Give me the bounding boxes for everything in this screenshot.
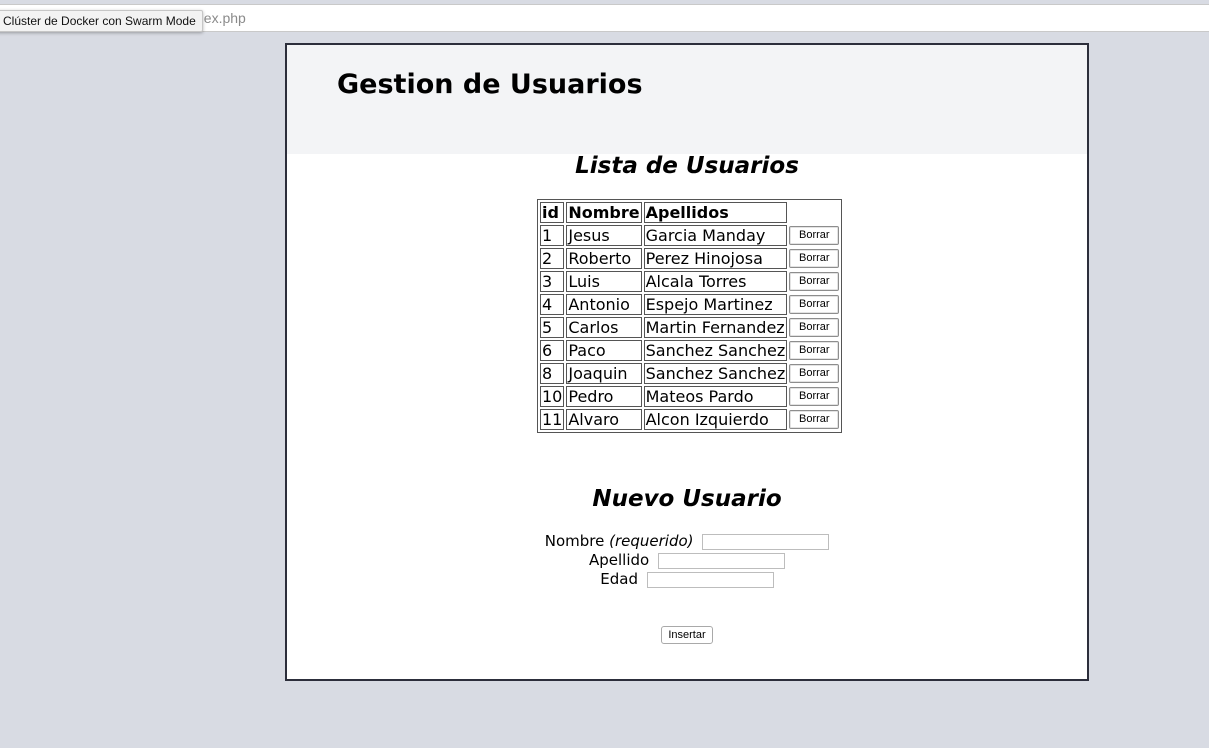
apellido-label: Apellido [589, 551, 650, 569]
cell-id: 10 [540, 386, 565, 407]
delete-button[interactable]: Borrar [789, 341, 840, 360]
cell-nombre: Luis [566, 271, 642, 292]
cell-nombre: Roberto [566, 248, 642, 269]
column-header-id: id [540, 202, 565, 223]
table-row: 1 Jesus Garcia Manday Borrar [540, 225, 840, 246]
cell-apellidos: Sanchez Sanchez [643, 363, 788, 384]
cell-apellidos: Alcon Izquierdo [643, 409, 788, 430]
users-table: id Nombre Apellidos 1 Jesus Garcia Manda… [537, 199, 843, 433]
cell-apellidos: Alcala Torres [643, 271, 788, 292]
delete-button[interactable]: Borrar [789, 387, 840, 406]
nombre-required-hint: (requerido) [609, 532, 694, 550]
delete-button[interactable]: Borrar [789, 249, 840, 268]
table-row: 2 Roberto Perez Hinojosa Borrar [540, 248, 840, 269]
submit-area: Insertar [287, 623, 1087, 644]
table-row: 4 Antonio Espejo Martinez Borrar [540, 294, 840, 315]
table-row: 3 Luis Alcala Torres Borrar [540, 271, 840, 292]
cell-id: 3 [540, 271, 565, 292]
cell-id: 1 [540, 225, 565, 246]
cell-nombre: Pedro [566, 386, 642, 407]
cell-apellidos: Espejo Martinez [643, 294, 788, 315]
column-header-actions [789, 202, 839, 223]
cell-action: Borrar [789, 248, 840, 269]
table-row: 10 Pedro Mateos Pardo Borrar [540, 386, 840, 407]
cell-action: Borrar [789, 409, 840, 430]
delete-button[interactable]: Borrar [789, 410, 840, 429]
cell-id: 2 [540, 248, 565, 269]
apellido-input[interactable] [658, 552, 785, 569]
column-header-nombre: Nombre [566, 202, 642, 223]
cell-nombre: Joaquin [566, 363, 642, 384]
cell-nombre: Alvaro [566, 409, 642, 430]
edad-label: Edad [600, 570, 638, 588]
table-header-row: id Nombre Apellidos [540, 202, 839, 223]
page-container: Gestion de Usuarios Lista de Usuarios id… [285, 43, 1089, 681]
page-header: Gestion de Usuarios [287, 45, 1087, 154]
delete-button[interactable]: Borrar [789, 364, 840, 383]
cell-id: 11 [540, 409, 565, 430]
cell-action: Borrar [789, 225, 840, 246]
table-row: 11 Alvaro Alcon Izquierdo Borrar [540, 409, 840, 430]
insert-button[interactable]: Insertar [661, 626, 713, 644]
cell-action: Borrar [789, 317, 840, 338]
cell-action: Borrar [789, 271, 840, 292]
nombre-label: Nombre [544, 532, 605, 550]
table-row: 8 Joaquin Sanchez Sanchez Borrar [540, 363, 840, 384]
delete-button[interactable]: Borrar [789, 295, 840, 314]
cell-apellidos: Sanchez Sanchez [643, 340, 788, 361]
cell-action: Borrar [789, 386, 840, 407]
cell-nombre: Paco [566, 340, 642, 361]
cell-apellidos: Mateos Pardo [643, 386, 788, 407]
column-header-apellidos: Apellidos [643, 202, 788, 223]
cell-nombre: Antonio [566, 294, 642, 315]
user-list-title: Lista de Usuarios [575, 153, 799, 179]
cell-apellidos: Perez Hinojosa [643, 248, 788, 269]
cell-action: Borrar [789, 340, 840, 361]
page-title: Gestion de Usuarios [337, 69, 643, 100]
table-row: 5 Carlos Martin Fernandez Borrar [540, 317, 840, 338]
cell-apellidos: Martin Fernandez [643, 317, 788, 338]
nombre-row: Nombre (requerido) [287, 532, 1087, 550]
cell-apellidos: Garcia Manday [643, 225, 788, 246]
delete-button[interactable]: Borrar [789, 272, 840, 291]
cell-id: 5 [540, 317, 565, 338]
cell-nombre: Carlos [566, 317, 642, 338]
cell-id: 4 [540, 294, 565, 315]
cell-nombre: Jesus [566, 225, 642, 246]
cell-id: 8 [540, 363, 565, 384]
new-user-title: Nuevo Usuario [592, 486, 782, 512]
edad-input[interactable] [646, 571, 774, 588]
cell-action: Borrar [789, 363, 840, 384]
edad-row: Edad [287, 570, 1087, 588]
nombre-input[interactable] [702, 533, 830, 550]
delete-button[interactable]: Borrar [789, 226, 840, 245]
cell-id: 6 [540, 340, 565, 361]
tab-title-tooltip: Clúster de Docker con Swarm Mode [0, 10, 203, 32]
delete-button[interactable]: Borrar [789, 318, 840, 337]
apellido-row: Apellido [287, 551, 1087, 569]
address-url[interactable]: dex.php [196, 10, 246, 26]
cell-action: Borrar [789, 294, 840, 315]
table-row: 6 Paco Sanchez Sanchez Borrar [540, 340, 840, 361]
